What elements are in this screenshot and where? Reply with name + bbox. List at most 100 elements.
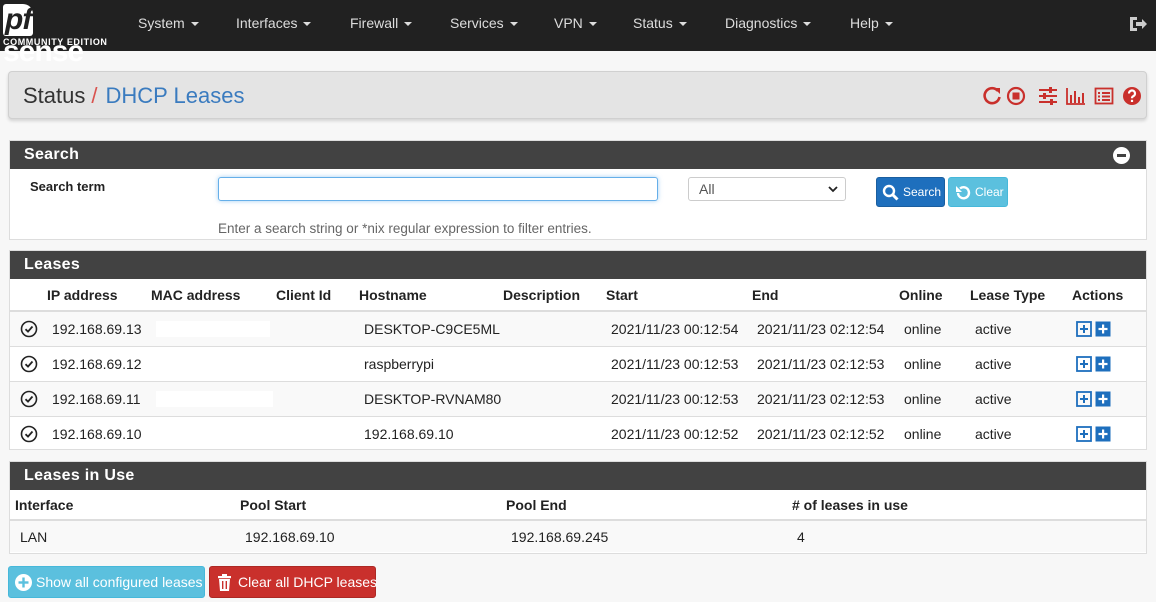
help-icon[interactable] xyxy=(1121,85,1143,107)
col-pool-start[interactable]: Pool Start xyxy=(240,490,506,521)
lease-actions xyxy=(1072,380,1146,416)
col-description[interactable]: Description xyxy=(503,279,606,312)
top-navbar: pfsense COMMUNITY EDITION System Interfa… xyxy=(0,0,1156,68)
lease-type: active xyxy=(970,310,1072,346)
clear-button-label: Clear xyxy=(975,185,1004,199)
leases-panel: Leases IP address MAC address Client Id … xyxy=(9,250,1147,451)
nav-diagnostics[interactable]: Diagnostics xyxy=(725,15,812,31)
check-circle-icon xyxy=(20,425,38,443)
lease-ip: 192.168.69.11 xyxy=(47,380,151,416)
col-actions: Actions xyxy=(1072,279,1146,312)
caret-down-icon xyxy=(303,22,312,27)
search-panel-header: Search xyxy=(10,141,1146,169)
pool-lease-count: 4 xyxy=(792,519,1146,552)
nav-status[interactable]: Status xyxy=(633,15,687,31)
lease-ip: 192.168.69.10 xyxy=(47,415,151,451)
col-online[interactable]: Online xyxy=(899,279,970,312)
search-input[interactable] xyxy=(218,177,658,201)
lease-actions xyxy=(1072,310,1146,346)
col-interface[interactable]: Interface xyxy=(10,490,240,521)
nav-vpn-label: VPN xyxy=(554,15,583,31)
lease-mac xyxy=(151,345,276,381)
lease-end: 2021/11/23 02:12:53 xyxy=(752,345,899,381)
plus-square-outline-icon[interactable] xyxy=(1076,356,1092,373)
show-all-leases-button[interactable]: Show all configured leases xyxy=(8,566,205,598)
col-hostname[interactable]: Hostname xyxy=(359,279,503,312)
col-lease-type[interactable]: Lease Type xyxy=(970,279,1072,312)
lease-type: active xyxy=(970,345,1072,381)
nav-firewall-label: Firewall xyxy=(350,15,399,31)
lease-type: active xyxy=(970,415,1072,451)
nav-system-label: System xyxy=(138,15,185,31)
breadcrumb-dhcp-leases[interactable]: DHCP Leases xyxy=(106,83,245,108)
col-mac[interactable]: MAC address xyxy=(151,279,276,312)
search-button[interactable]: Search xyxy=(876,177,945,207)
collapse-icon[interactable] xyxy=(1113,147,1130,164)
lease-actions xyxy=(1072,345,1146,381)
logo-pf: pf xyxy=(3,3,34,36)
logo-edition: COMMUNITY EDITION xyxy=(3,37,108,47)
lease-status-cell xyxy=(10,310,47,346)
logout-icon[interactable] xyxy=(1128,15,1148,33)
nav-interfaces[interactable]: Interfaces xyxy=(236,15,312,31)
lease-client-id xyxy=(276,310,359,346)
caret-down-icon xyxy=(678,22,687,27)
logo-wordmark: pfsense xyxy=(3,4,111,68)
col-start[interactable]: Start xyxy=(606,279,752,312)
table-row: LAN 192.168.69.10 192.168.69.245 4 xyxy=(10,519,1146,552)
lease-mac xyxy=(151,310,276,346)
pool-end: 192.168.69.245 xyxy=(506,519,792,552)
plus-square-outline-icon[interactable] xyxy=(1076,391,1092,408)
plus-square-icon[interactable] xyxy=(1095,321,1111,337)
check-circle-icon xyxy=(20,320,38,338)
lease-end: 2021/11/23 02:12:53 xyxy=(752,380,899,416)
nav-firewall[interactable]: Firewall xyxy=(350,15,413,31)
breadcrumb-status[interactable]: Status xyxy=(23,83,85,108)
list-icon[interactable] xyxy=(1093,85,1115,107)
lease-mac xyxy=(151,380,276,416)
leases-panel-header: Leases xyxy=(10,251,1146,279)
leases-in-use-title: Leases in Use xyxy=(24,467,135,484)
leases-in-use-table: Interface Pool Start Pool End # of lease… xyxy=(10,490,1146,552)
plus-square-outline-icon[interactable] xyxy=(1076,426,1092,443)
lease-online: online xyxy=(899,380,970,416)
clear-button[interactable]: Clear xyxy=(948,177,1008,207)
plus-square-icon[interactable] xyxy=(1095,426,1111,442)
col-pool-end[interactable]: Pool End xyxy=(506,490,792,521)
plus-square-icon[interactable] xyxy=(1095,356,1111,372)
pfsense-logo[interactable]: pfsense COMMUNITY EDITION xyxy=(3,4,111,68)
col-ip[interactable]: IP address xyxy=(47,279,151,312)
check-circle-icon xyxy=(20,390,38,407)
nav-services[interactable]: Services xyxy=(450,15,518,31)
nav-vpn[interactable]: VPN xyxy=(554,15,597,31)
sliders-icon[interactable] xyxy=(1037,85,1059,107)
nav-system[interactable]: System xyxy=(138,15,199,31)
leases-panel-title: Leases xyxy=(24,256,81,273)
nav-diagnostics-label: Diagnostics xyxy=(725,15,798,31)
plus-square-outline-icon[interactable] xyxy=(1076,321,1092,338)
bar-chart-icon[interactable] xyxy=(1065,85,1087,107)
search-select-value: All xyxy=(699,181,715,197)
search-panel-title: Search xyxy=(24,146,80,163)
nav-services-label: Services xyxy=(450,15,504,31)
caret-down-icon xyxy=(884,22,893,27)
lease-status-cell xyxy=(10,345,47,381)
col-client-id[interactable]: Client Id xyxy=(276,279,359,312)
refresh-icon[interactable] xyxy=(981,85,1003,107)
pool-start: 192.168.69.10 xyxy=(240,519,506,552)
lease-online: online xyxy=(899,345,970,381)
caret-down-icon xyxy=(404,22,413,27)
clear-all-leases-button[interactable]: Clear all DHCP leases xyxy=(209,566,377,598)
lease-end: 2021/11/23 02:12:54 xyxy=(752,310,899,346)
col-end[interactable]: End xyxy=(752,279,899,312)
lease-ip: 192.168.69.12 xyxy=(47,345,151,381)
col-leases-count[interactable]: # of leases in use xyxy=(792,490,1146,521)
lease-hostname: raspberrypi xyxy=(359,345,503,381)
search-field-select[interactable]: All xyxy=(688,177,846,201)
lease-description xyxy=(503,310,606,346)
stop-icon[interactable] xyxy=(1005,85,1027,107)
lease-start: 2021/11/23 00:12:52 xyxy=(606,415,752,451)
nav-help[interactable]: Help xyxy=(850,15,893,31)
plus-square-icon[interactable] xyxy=(1095,391,1111,407)
chevron-down-icon xyxy=(828,186,838,193)
